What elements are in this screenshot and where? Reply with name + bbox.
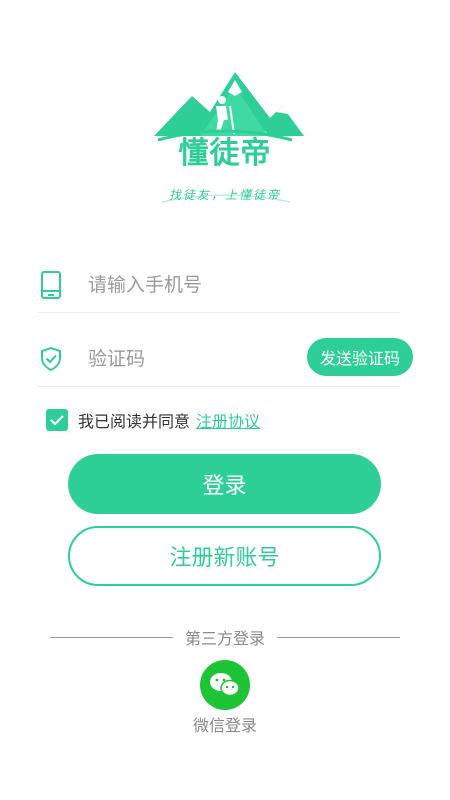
third-party-label: 第三方登录 — [185, 629, 266, 648]
phone-input[interactable] — [86, 273, 290, 297]
login-button[interactable]: 登录 — [68, 454, 381, 514]
code-row: 发送验证码 — [38, 332, 413, 387]
code-input[interactable] — [86, 347, 290, 371]
wechat-login-label: 微信登录 — [192, 716, 257, 735]
agreement-checkbox[interactable] — [46, 409, 68, 431]
shield-check-icon — [38, 346, 64, 372]
divider-line-right — [277, 636, 401, 638]
agreement-link[interactable]: 注册协议 — [196, 408, 260, 432]
wechat-icon — [210, 673, 240, 697]
check-icon — [50, 415, 64, 426]
third-party-divider: 第三方登录 — [50, 625, 401, 649]
agreement-text: 我已阅读并同意 — [78, 412, 191, 431]
send-code-button[interactable]: 发送验证码 — [306, 338, 413, 376]
register-button[interactable]: 注册新账号 — [68, 526, 381, 586]
agreement-row: 我已阅读并同意 注册协议 — [46, 408, 260, 432]
wechat-login-button[interactable] — [200, 660, 250, 710]
phone-row — [38, 258, 400, 313]
divider-line-left — [50, 636, 173, 638]
phone-icon — [38, 271, 64, 299]
brand-slogan: 找徒友，上懂徒帝 — [168, 188, 281, 202]
brand-name: 懂徒帝 — [178, 136, 272, 171]
